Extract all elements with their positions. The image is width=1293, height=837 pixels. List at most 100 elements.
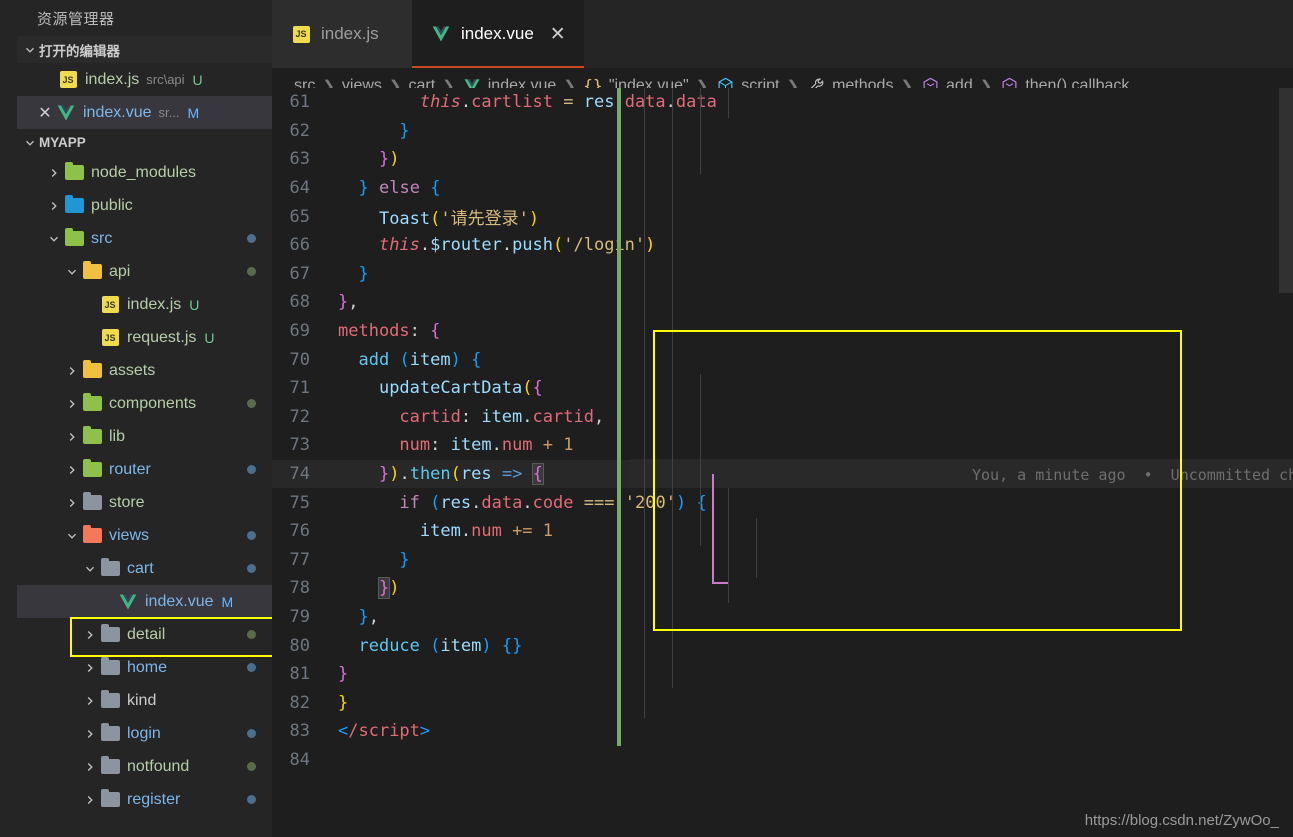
js-file-icon: JS bbox=[290, 23, 312, 45]
editor-tab-label: index.js bbox=[321, 24, 379, 43]
chevron-right-icon[interactable] bbox=[45, 164, 63, 182]
tree-item-src[interactable]: src bbox=[17, 222, 272, 255]
code-line-text: Toast('请先登录') bbox=[378, 209, 540, 230]
folder-icon bbox=[99, 723, 121, 745]
chevron-down-icon[interactable] bbox=[63, 263, 81, 281]
code-line[interactable]: 73 num: item.num + 1 bbox=[272, 431, 1293, 460]
tree-item-label: home bbox=[127, 658, 168, 676]
tree-item-components[interactable]: components bbox=[17, 387, 272, 420]
chevron-right-icon[interactable] bbox=[81, 725, 99, 743]
tree-item-detail[interactable]: detail bbox=[17, 618, 272, 651]
vue-file-icon bbox=[117, 591, 139, 613]
chevron-right-icon[interactable] bbox=[81, 626, 99, 644]
chevron-right-icon[interactable] bbox=[45, 197, 63, 215]
folder-icon bbox=[63, 162, 85, 184]
tree-item-notfound[interactable]: notfound bbox=[17, 750, 272, 783]
code-line[interactable]: 70 add (item) { bbox=[272, 345, 1293, 374]
chevron-down-icon[interactable] bbox=[81, 560, 99, 578]
code-lines: 61 this.cartlist = res.data.data62 }63 }… bbox=[272, 88, 1293, 774]
tree-item-router[interactable]: router bbox=[17, 453, 272, 486]
tree-item-store[interactable]: store bbox=[17, 486, 272, 519]
line-number: 82 bbox=[289, 692, 310, 713]
close-icon[interactable]: ✕ bbox=[550, 25, 566, 44]
tree-item-lib[interactable]: lib bbox=[17, 420, 272, 453]
tree-item-login[interactable]: login bbox=[17, 717, 272, 750]
code-line[interactable]: 64 } else { bbox=[272, 174, 1293, 203]
code-line[interactable]: 66 this.$router.push('/login') bbox=[272, 231, 1293, 260]
section-project-root[interactable]: MYAPP bbox=[17, 129, 272, 156]
code-line[interactable]: 69 methods: { bbox=[272, 317, 1293, 346]
chevron-right-icon[interactable] bbox=[63, 494, 81, 512]
code-line[interactable]: 75 if (res.data.code === '200') { bbox=[272, 488, 1293, 517]
line-number: 77 bbox=[289, 549, 310, 570]
chevron-right-icon[interactable] bbox=[63, 461, 81, 479]
editor-tab[interactable]: index.vue ✕ bbox=[412, 0, 584, 68]
watermark: https://blog.csdn.net/ZywOo_ bbox=[1084, 812, 1279, 829]
tree-item-cart[interactable]: cart bbox=[17, 552, 272, 585]
code-line[interactable]: 83 </script> bbox=[272, 717, 1293, 746]
tree-item-kind[interactable]: kind bbox=[17, 684, 272, 717]
code-line[interactable]: 71 updateCartData({ bbox=[272, 374, 1293, 403]
tree-item-index-js[interactable]: JS index.js U bbox=[17, 288, 272, 321]
code-line-text: this.$router.push('/login') bbox=[378, 235, 656, 256]
close-icon[interactable]: ✕ bbox=[35, 103, 55, 123]
code-line[interactable]: 84 bbox=[272, 746, 1293, 775]
git-change-bar bbox=[617, 88, 621, 746]
code-line[interactable]: 77 } bbox=[272, 546, 1293, 575]
indent-guide bbox=[644, 88, 645, 718]
code-editor[interactable]: 61 this.cartlist = res.data.data62 }63 }… bbox=[272, 88, 1293, 837]
code-line-text: }, bbox=[338, 292, 359, 313]
chevron-right-icon[interactable] bbox=[63, 362, 81, 380]
folder-icon bbox=[99, 690, 121, 712]
status-badge: M bbox=[187, 104, 200, 121]
tree-item-public[interactable]: public bbox=[17, 189, 272, 222]
chevron-down-icon[interactable] bbox=[45, 230, 63, 248]
section-open-editors[interactable]: 打开的编辑器 bbox=[17, 36, 272, 63]
code-line-text: }) bbox=[377, 577, 400, 600]
chevron-right-icon[interactable] bbox=[81, 659, 99, 677]
code-line[interactable]: 67 } bbox=[272, 260, 1293, 289]
chevron-right-icon[interactable] bbox=[63, 428, 81, 446]
folder-icon bbox=[99, 558, 121, 580]
chevron-right-icon[interactable] bbox=[81, 692, 99, 710]
code-line[interactable]: 63 }) bbox=[272, 145, 1293, 174]
tree-item-register[interactable]: register bbox=[17, 783, 272, 816]
tree-item-views[interactable]: views bbox=[17, 519, 272, 552]
editor-tab[interactable]: JS index.js bbox=[272, 0, 412, 68]
open-editor-item[interactable]: JS index.js src\api U bbox=[17, 63, 272, 96]
tree-item-label: router bbox=[109, 460, 151, 478]
code-line[interactable]: 79 }, bbox=[272, 603, 1293, 632]
code-line[interactable]: 80 reduce (item) {} bbox=[272, 631, 1293, 660]
chevron-right-icon[interactable] bbox=[81, 791, 99, 809]
code-line[interactable]: 76 item.num += 1 bbox=[272, 517, 1293, 546]
tree-item-assets[interactable]: assets bbox=[17, 354, 272, 387]
tree-item-label: assets bbox=[109, 361, 156, 379]
tree-item-home[interactable]: home bbox=[17, 651, 272, 684]
code-line[interactable]: 65 Toast('请先登录') bbox=[272, 202, 1293, 231]
code-line[interactable]: 68}, bbox=[272, 288, 1293, 317]
tree-item-request-js[interactable]: JS request.js U bbox=[17, 321, 272, 354]
chevron-right-icon[interactable] bbox=[63, 395, 81, 413]
code-line[interactable]: 81} bbox=[272, 660, 1293, 689]
open-editor-item[interactable]: ✕ index.vue sr... M bbox=[17, 96, 272, 129]
code-line-text: if (res.data.code === '200') { bbox=[399, 492, 707, 513]
tree-item-index-vue[interactable]: index.vue M bbox=[17, 585, 272, 618]
tree-item-label: login bbox=[127, 724, 161, 742]
page-title: 资源管理器 bbox=[37, 10, 115, 28]
file-tree: node_modules public src api JS index.js U JS req… bbox=[17, 156, 272, 816]
tree-item-api[interactable]: api bbox=[17, 255, 272, 288]
code-line[interactable]: 78 }) bbox=[272, 574, 1293, 603]
chevron-right-icon[interactable] bbox=[81, 758, 99, 776]
code-line[interactable]: 61 this.cartlist = res.data.data bbox=[272, 88, 1293, 117]
code-line[interactable]: 82} bbox=[272, 688, 1293, 717]
folder-icon bbox=[63, 228, 85, 250]
modified-dot bbox=[247, 531, 256, 540]
tree-item-node-modules[interactable]: node_modules bbox=[17, 156, 272, 189]
status-badge: U bbox=[192, 71, 203, 88]
tree-item-label: views bbox=[109, 526, 150, 544]
chevron-down-icon[interactable] bbox=[63, 527, 81, 545]
scrollbar-thumb[interactable] bbox=[1279, 88, 1293, 293]
code-line[interactable]: 62 } bbox=[272, 117, 1293, 146]
code-line[interactable]: 72 cartid: item.cartid, bbox=[272, 403, 1293, 432]
folder-icon bbox=[63, 195, 85, 217]
